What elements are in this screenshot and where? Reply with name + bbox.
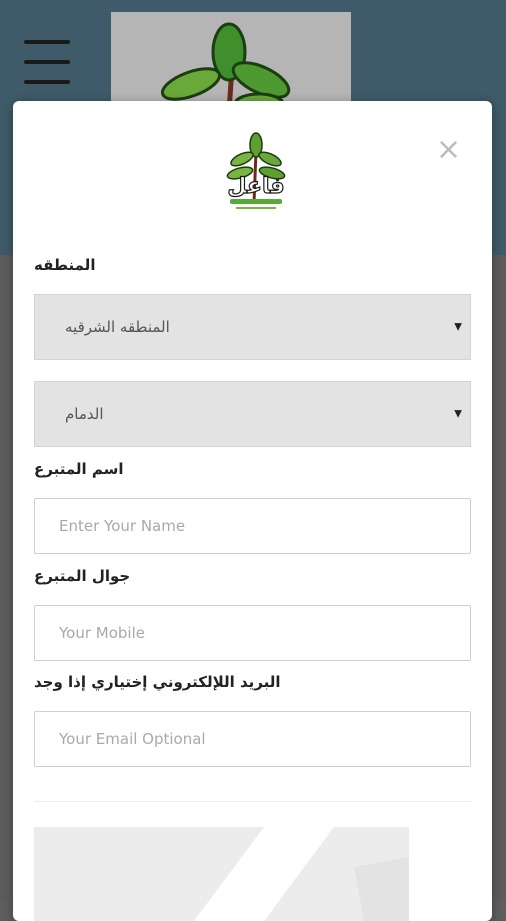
- hamburger-icon[interactable]: [24, 40, 70, 84]
- logo-text: فاعل: [227, 174, 284, 199]
- region-label: المنطقه: [34, 256, 96, 274]
- region-select[interactable]: المنطقه الشرقيه ▼: [34, 294, 471, 360]
- plant-icon: [161, 22, 291, 116]
- brand-logo: فاعل: [216, 131, 296, 215]
- city-select[interactable]: الدمام ▼: [34, 381, 471, 447]
- close-icon[interactable]: ×: [436, 135, 461, 165]
- region-select-value: المنطقه الشرقيه: [65, 318, 170, 336]
- header-logo: [111, 12, 351, 116]
- name-label: اسم المتبرع: [34, 460, 124, 478]
- city-select-value: الدمام: [65, 405, 104, 423]
- caret-down-icon: ▼: [454, 408, 462, 420]
- map-preview[interactable]: [34, 827, 409, 921]
- donor-name-input[interactable]: [34, 498, 471, 554]
- section-divider: [34, 801, 471, 802]
- donation-modal: × فاعل المنطقه المنطقه الشرقيه ▼ الدمام …: [13, 101, 492, 921]
- caret-down-icon: ▼: [454, 321, 462, 333]
- donor-email-input[interactable]: [34, 711, 471, 767]
- mobile-label: جوال المتبرع: [34, 567, 131, 585]
- email-label: البريد اللإلكتروني إختياري إذا وجد: [34, 673, 281, 691]
- donor-mobile-input[interactable]: [34, 605, 471, 661]
